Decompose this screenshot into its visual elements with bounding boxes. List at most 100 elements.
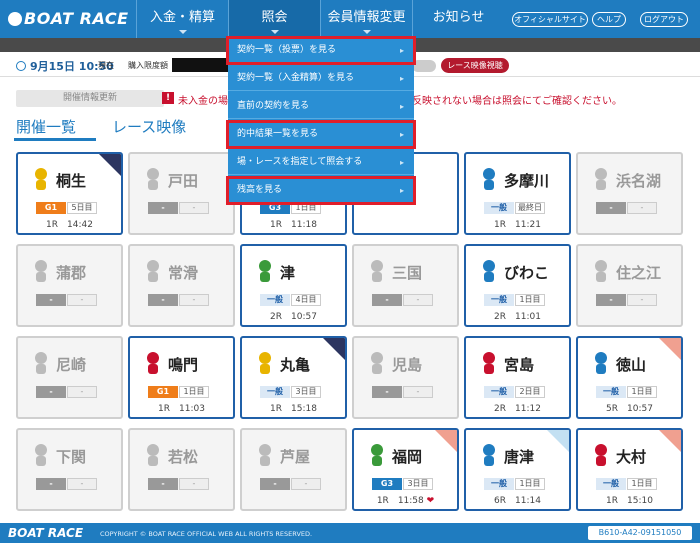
race-deadline-time: 11:12 [515, 404, 541, 414]
refresh-race-info-button[interactable]: 開催情報更新 [16, 90, 164, 107]
race-grade-badge: 一般 [484, 386, 514, 398]
caret-down-icon [178, 30, 187, 34]
race-grade-badge: 一般 [596, 478, 626, 490]
next-race-info: 1R 11:21 [466, 217, 569, 230]
favorite-heart-icon[interactable]: ❤ [427, 496, 435, 506]
tab-race-video[interactable]: レース映像 [112, 116, 186, 137]
venue-mascot-icon [259, 444, 271, 466]
race-time-badge-icon [323, 338, 345, 360]
venue-card[interactable]: 住之江 - - [576, 244, 683, 327]
venue-card[interactable]: 多摩川 一般 最終日 1R 11:21 [464, 152, 571, 235]
race-time-badge-icon [99, 154, 121, 176]
race-deadline-time: 10:57 [291, 312, 317, 322]
current-label: 現在 [98, 61, 114, 70]
menu-item-recent-contract[interactable]: 直前の契約を見る ▸ [228, 94, 414, 119]
race-day-label: - [291, 478, 321, 490]
venue-name: 住之江 [616, 264, 662, 282]
race-deadline-time: 10:57 [627, 404, 653, 414]
race-day-label: 1日目 [627, 478, 657, 490]
nav-member-info[interactable]: 会員情報変更 [320, 0, 412, 38]
venue-mascot-icon [35, 260, 47, 282]
venue-card[interactable]: 大村一般 1日目 1R 15:10 [576, 428, 683, 511]
venue-mascot-icon [147, 444, 159, 466]
venue-card[interactable]: 下関 - - [16, 428, 123, 511]
venue-mascot-icon [35, 444, 47, 466]
venue-mascot-icon [595, 260, 607, 282]
venue-name: 浜名湖 [616, 172, 662, 190]
tab-race-list[interactable]: 開催一覧 [16, 116, 76, 137]
main-nav: 入金・精算 照会 会員情報変更 お知らせ [136, 0, 504, 38]
race-video-button[interactable]: レース映像視聴 [441, 58, 509, 73]
venue-name: 常滑 [168, 264, 199, 282]
venue-card[interactable]: 戸田 - - [128, 152, 235, 235]
nav-label: 入金・精算 [149, 10, 215, 25]
venue-name: 若松 [168, 448, 199, 466]
highlight-box [226, 36, 416, 65]
race-number: 1R [376, 496, 389, 506]
nav-notice[interactable]: お知らせ [412, 0, 504, 38]
venue-name: 津 [280, 264, 296, 282]
caret-down-icon [270, 30, 279, 34]
venue-card[interactable]: 徳山 一般 1日目 5R 10:57 [576, 336, 683, 419]
nav-deposit-settlement[interactable]: 入金・精算 [136, 0, 228, 38]
race-grade-badge: - [148, 478, 178, 490]
nav-inquiry[interactable]: 照会 [228, 0, 320, 38]
venue-mascot-icon [35, 168, 47, 190]
venue-name: 大村 [616, 448, 647, 466]
venue-mascot-icon [371, 352, 383, 374]
venue-mascot-icon [483, 168, 495, 190]
venue-card[interactable]: 蒲郡 - - [16, 244, 123, 327]
next-race-info: 1R 15:18 [242, 401, 345, 414]
venue-mascot-icon [595, 168, 607, 190]
venue-card[interactable]: 鳴門 G1 1日目 1R 11:03 [128, 336, 235, 419]
venue-mascot-icon [483, 260, 495, 282]
footer-logo: BOAT RACE [8, 526, 84, 540]
race-day-label: - [67, 294, 97, 306]
venue-card[interactable]: びわこ 一般 1日目 2R 11:01 [464, 244, 571, 327]
venue-card[interactable]: 尼崎 - - [16, 336, 123, 419]
menu-item-contract-list-deposit[interactable]: 契約一覧（入金精算）を見る ▸ [228, 66, 414, 91]
next-race-info: 2R 10:57 [242, 309, 345, 322]
venue-name: 尼崎 [56, 356, 87, 374]
next-race-info: 1R 15:10 [578, 493, 681, 506]
race-day-label: - [403, 386, 433, 398]
venue-card[interactable]: 児島 - - [352, 336, 459, 419]
venue-card[interactable]: 常滑 - - [128, 244, 235, 327]
venue-card[interactable]: 津一般 4日目 2R 10:57 [240, 244, 347, 327]
venue-card[interactable]: 浜名湖 - - [576, 152, 683, 235]
boat-race-logo[interactable]: BOAT RACE [8, 9, 129, 28]
next-race-info: 6R 11:14 [466, 493, 569, 506]
venue-card[interactable]: 宮島 一般 2日目 2R 11:12 [464, 336, 571, 419]
venue-name: 丸亀 [280, 356, 311, 374]
race-time-badge-icon [659, 338, 681, 360]
venue-card[interactable]: 三国 - - [352, 244, 459, 327]
official-site-button[interactable]: オフィシャルサイト [512, 12, 588, 27]
purchase-limit-value [172, 58, 228, 72]
chevron-right-icon: ▸ [399, 74, 404, 83]
venue-card[interactable]: 唐津 一般 1日目 6R 11:14 [464, 428, 571, 511]
venue-card[interactable]: 丸亀 一般 3日目 1R 15:18 [240, 336, 347, 419]
help-button[interactable]: ヘルプ [592, 12, 626, 27]
venue-card[interactable]: 福岡 G3 3日目 1R 11:58 ❤ [352, 428, 459, 511]
race-grade-badge: - [36, 478, 66, 490]
race-number: 1R [270, 404, 283, 414]
venue-card[interactable]: 芦屋 - - [240, 428, 347, 511]
menu-item-specify-venue-race[interactable]: 場・レースを指定して照会する ▸ [228, 150, 414, 175]
nav-label: 照会 [261, 10, 288, 25]
venue-card[interactable]: 桐生 G1 5日目 1R 14:42 [16, 152, 123, 235]
race-number: 2R [494, 312, 507, 322]
race-day-label: - [179, 294, 209, 306]
highlight-box [226, 176, 416, 205]
venue-mascot-icon [147, 352, 159, 374]
logo-text: BOAT RACE [24, 9, 129, 28]
logout-button[interactable]: ログアウト [640, 12, 688, 27]
race-day-label: - [179, 478, 209, 490]
race-grade-badge: G3 [372, 478, 402, 490]
venue-card[interactable]: 若松 - - [128, 428, 235, 511]
race-grade-badge: 一般 [484, 478, 514, 490]
venue-name: 蒲郡 [56, 264, 87, 282]
venue-name: 徳山 [616, 356, 647, 374]
race-number: 1R [46, 220, 59, 230]
race-grade-badge: G1 [36, 202, 66, 214]
footer-session-code: B610-A42-09151050 [588, 526, 692, 540]
